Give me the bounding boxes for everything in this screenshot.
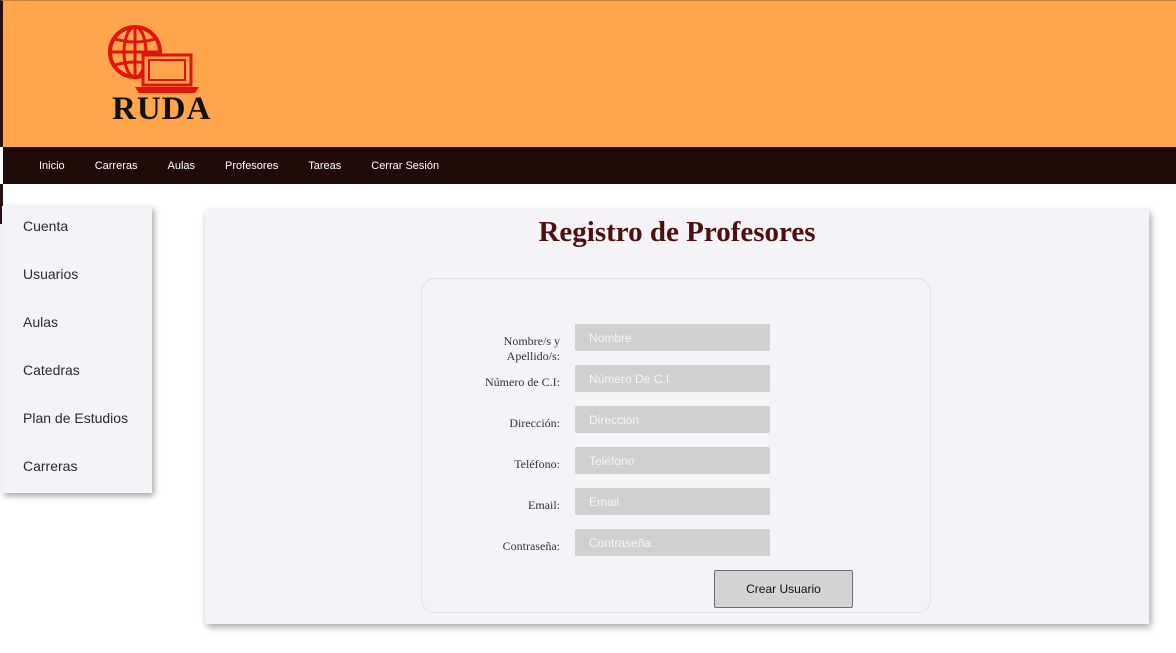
name-input[interactable] bbox=[575, 324, 770, 351]
form-row-ci: Número de C.I: bbox=[422, 365, 932, 395]
nav-item-tareas[interactable]: Tareas bbox=[308, 160, 341, 172]
page-title: Registro de Profesores bbox=[538, 216, 816, 248]
main-card: Registro de Profesores Nombre/s y Apelli… bbox=[205, 210, 1149, 624]
sidebar-menu: Cuenta Usuarios Aulas Catedras Plan de E… bbox=[2, 206, 152, 493]
nav-item-inicio[interactable]: Inicio bbox=[39, 160, 65, 172]
address-input[interactable] bbox=[575, 406, 770, 433]
nav-item-cerrar-sesion[interactable]: Cerrar Sesión bbox=[371, 160, 439, 172]
nav-item-profesores[interactable]: Profesores bbox=[225, 160, 278, 172]
ci-input[interactable] bbox=[575, 365, 770, 392]
page: RUDA Inicio Carreras Aulas Profesores Ta… bbox=[0, 0, 1176, 653]
ci-label: Número de C.I: bbox=[485, 375, 560, 389]
email-label: Email: bbox=[528, 498, 560, 512]
email-input[interactable] bbox=[575, 488, 770, 515]
password-input[interactable] bbox=[575, 529, 770, 556]
nav-item-carreras[interactable]: Carreras bbox=[95, 160, 138, 172]
logo-text: RUDA bbox=[112, 91, 212, 127]
sidebar-item-carreras[interactable]: Carreras bbox=[2, 446, 152, 494]
sidebar-item-cuenta[interactable]: Cuenta bbox=[2, 206, 152, 254]
sidebar-item-catedras[interactable]: Catedras bbox=[2, 350, 152, 398]
phone-label: Teléfono: bbox=[514, 457, 560, 471]
form-row-address: Dirección: bbox=[422, 406, 932, 436]
sidebar-item-aulas[interactable]: Aulas bbox=[2, 302, 152, 350]
create-user-button[interactable]: Crear Usuario bbox=[714, 570, 853, 608]
form-row-name: Nombre/s y Apellido/s: bbox=[422, 324, 932, 363]
form-row-password: Contraseña: bbox=[422, 529, 932, 559]
sidebar-item-usuarios[interactable]: Usuarios bbox=[2, 254, 152, 302]
register-teacher-form: Nombre/s y Apellido/s: Número de C.I: Di… bbox=[421, 278, 931, 613]
form-row-email: Email: bbox=[422, 488, 932, 518]
sidebar-item-plan-de-estudios[interactable]: Plan de Estudios bbox=[2, 398, 152, 446]
phone-input[interactable] bbox=[575, 447, 770, 474]
address-label: Dirección: bbox=[509, 416, 560, 430]
globe-laptop-icon bbox=[108, 25, 199, 93]
ruda-logo[interactable]: RUDA bbox=[107, 19, 217, 131]
form-row-phone: Teléfono: bbox=[422, 447, 932, 477]
name-label: Nombre/s y Apellido/s: bbox=[503, 334, 560, 363]
nav-item-aulas[interactable]: Aulas bbox=[167, 160, 195, 172]
password-label: Contraseña: bbox=[502, 539, 560, 553]
header-banner: RUDA bbox=[0, 0, 1176, 147]
top-navbar: Inicio Carreras Aulas Profesores Tareas … bbox=[3, 147, 1176, 184]
nav-list: Inicio Carreras Aulas Profesores Tareas … bbox=[3, 147, 1176, 184]
